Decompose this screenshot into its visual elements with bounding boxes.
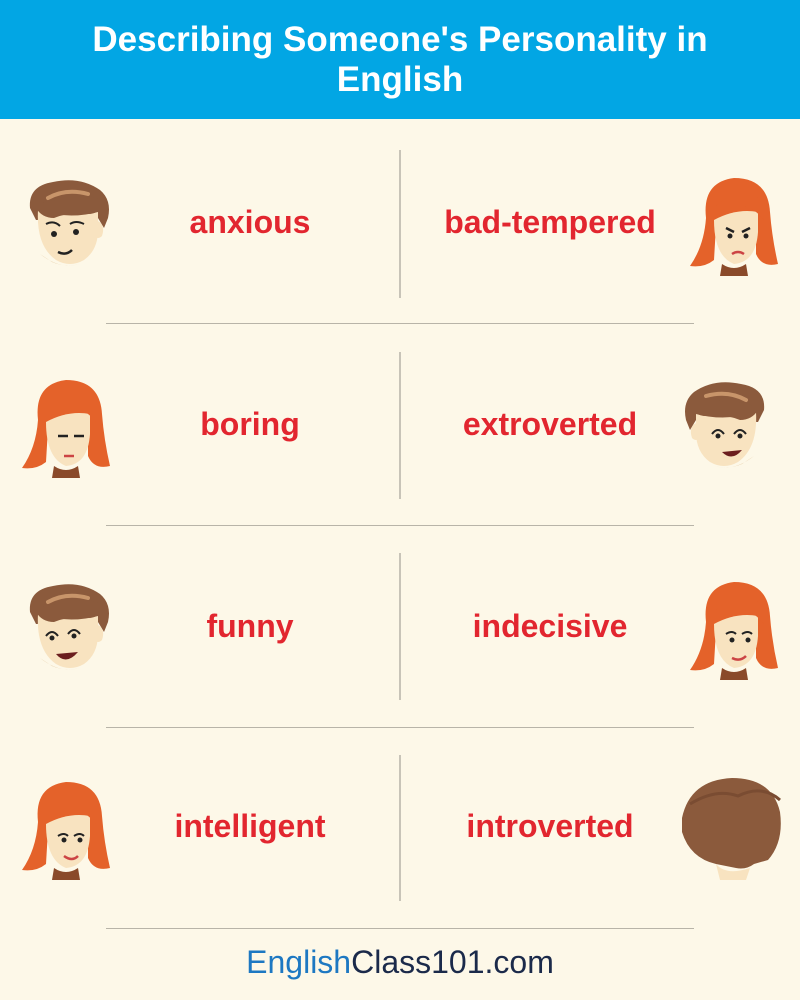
brand-footer: EnglishClass101.com <box>0 942 800 982</box>
word-boring: boring <box>200 406 300 442</box>
brand-name-part1: English <box>246 944 352 980</box>
word-funny: funny <box>206 608 294 644</box>
brand-name-part2: Class101.com <box>351 944 554 980</box>
word-indecisive: indecisive <box>472 608 628 644</box>
page-title: Describing Someone's Personality in Engl… <box>92 19 708 99</box>
column-divider <box>399 352 401 499</box>
column-divider <box>399 150 401 298</box>
title-banner: Describing Someone's Personality in Engl… <box>0 0 800 119</box>
bad-tempered-girl-face-icon <box>676 168 786 278</box>
word-anxious: anxious <box>189 204 311 240</box>
row-divider <box>106 525 694 526</box>
extroverted-boy-face-icon <box>676 370 786 480</box>
word-intelligent: intelligent <box>174 808 326 844</box>
word-extroverted: extroverted <box>462 406 638 442</box>
row-divider <box>106 928 694 929</box>
row-divider <box>106 323 694 324</box>
column-divider <box>399 755 401 901</box>
row-divider <box>106 727 694 728</box>
introverted-boy-back-of-head-icon <box>676 772 786 882</box>
indecisive-girl-face-icon <box>676 572 786 682</box>
word-introverted: introverted <box>466 808 634 844</box>
word-bad-tempered: bad-tempered <box>444 204 656 240</box>
column-divider <box>399 553 401 700</box>
